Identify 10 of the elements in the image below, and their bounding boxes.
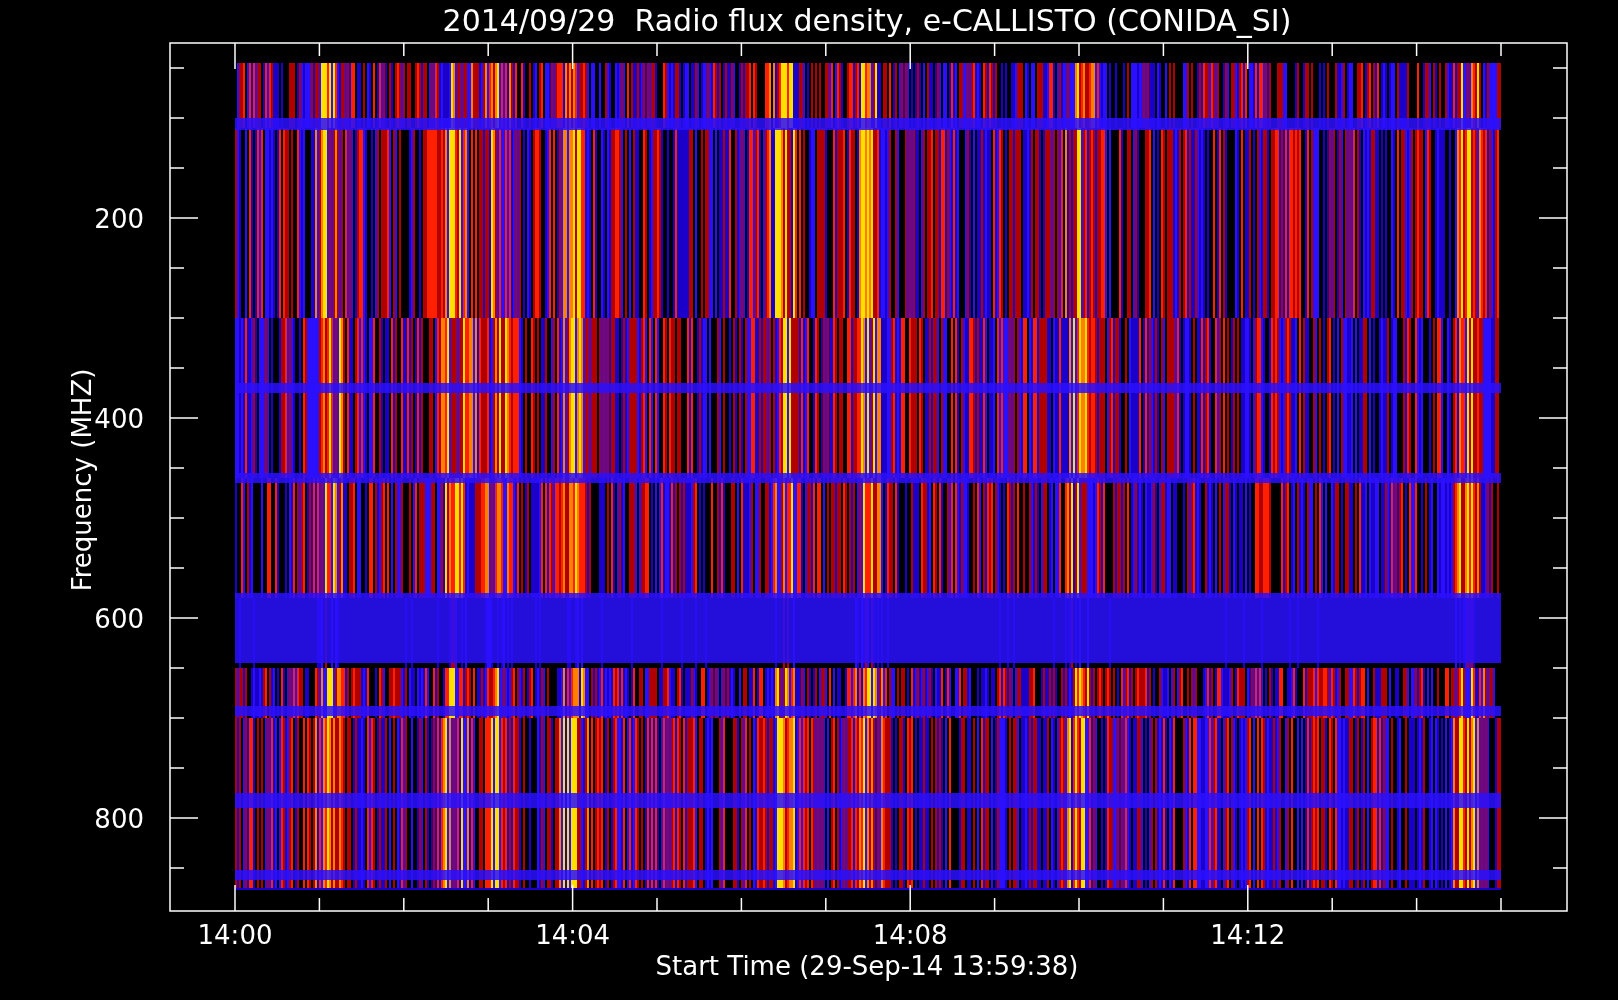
y-tick-label: 200 <box>94 204 144 234</box>
plot-title: 2014/09/29 Radio flux density, e-CALLISTO (CONIDA_SI) <box>442 3 1292 38</box>
x-tick-label: 14:12 <box>1210 920 1286 950</box>
x-tick-label: 14:08 <box>872 920 948 950</box>
y-tick-label: 800 <box>94 804 144 834</box>
x-tick-label: 14:00 <box>197 920 273 950</box>
x-axis-label: Start Time (29-Sep-14 13:59:38) <box>655 951 1079 981</box>
y-tick-label: 600 <box>94 604 144 634</box>
x-tick-label: 14:04 <box>535 920 611 950</box>
y-tick-label: 400 <box>94 404 144 434</box>
